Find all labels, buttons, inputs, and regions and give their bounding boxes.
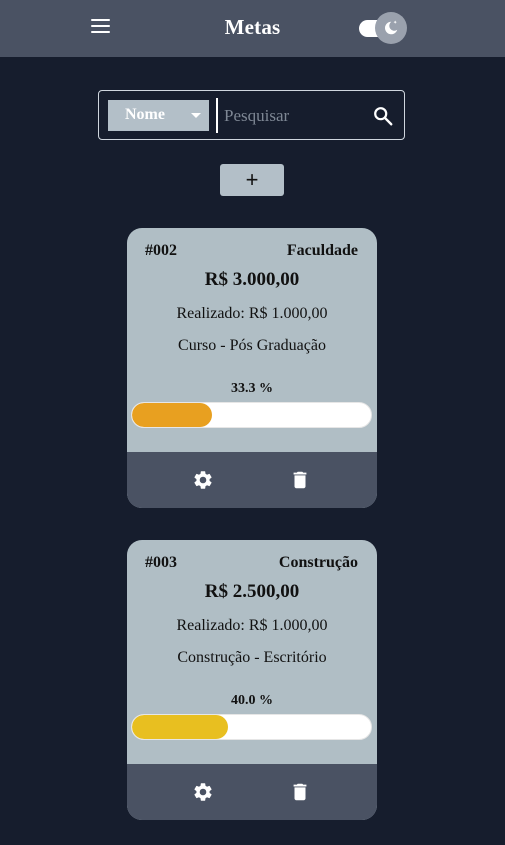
trash-icon[interactable] <box>289 469 311 491</box>
card-actions <box>127 764 377 820</box>
top-app-bar: Metas <box>0 0 505 57</box>
filter-select[interactable]: Nome <box>108 100 209 131</box>
goal-percent: 33.3 % <box>231 381 273 396</box>
filter-select-value: Nome <box>125 106 165 123</box>
goal-percent: 40.0 % <box>231 693 273 708</box>
chevron-down-icon <box>191 113 201 118</box>
goal-code: #003 <box>145 554 177 571</box>
goal-description: Curso - Pós Graduação <box>178 337 326 354</box>
search-icon[interactable] <box>372 105 394 127</box>
search-bar: Nome <box>98 90 405 140</box>
card-actions <box>127 452 377 508</box>
goal-amount: R$ 3.000,00 <box>204 269 300 290</box>
goal-realized: Realizado: R$ 1.000,00 <box>176 617 328 634</box>
goal-card: #002 Faculdade R$ 3.000,00 Realizado: R$… <box>127 228 377 508</box>
progress-fill <box>132 403 212 427</box>
add-goal-button[interactable]: + <box>220 164 284 196</box>
progress-bar <box>131 402 372 428</box>
goal-description: Construção - Escritório <box>177 649 327 666</box>
trash-icon[interactable] <box>289 781 311 803</box>
search-divider <box>216 98 218 133</box>
page-title: Metas <box>224 15 281 39</box>
goal-category: Construção <box>278 554 358 571</box>
progress-fill <box>132 715 228 739</box>
theme-toggle[interactable] <box>358 12 408 44</box>
goal-code: #002 <box>145 242 177 259</box>
search-input[interactable] <box>224 103 364 129</box>
goal-realized: Realizado: R$ 1.000,00 <box>176 305 328 322</box>
goal-card: #003 Construção R$ 2.500,00 Realizado: R… <box>127 540 377 820</box>
gear-icon[interactable] <box>192 781 214 803</box>
moon-icon <box>375 12 407 44</box>
goal-category: Faculdade <box>286 242 358 259</box>
gear-icon[interactable] <box>192 469 214 491</box>
progress-bar <box>131 714 372 740</box>
goal-amount: R$ 2.500,00 <box>204 581 300 602</box>
